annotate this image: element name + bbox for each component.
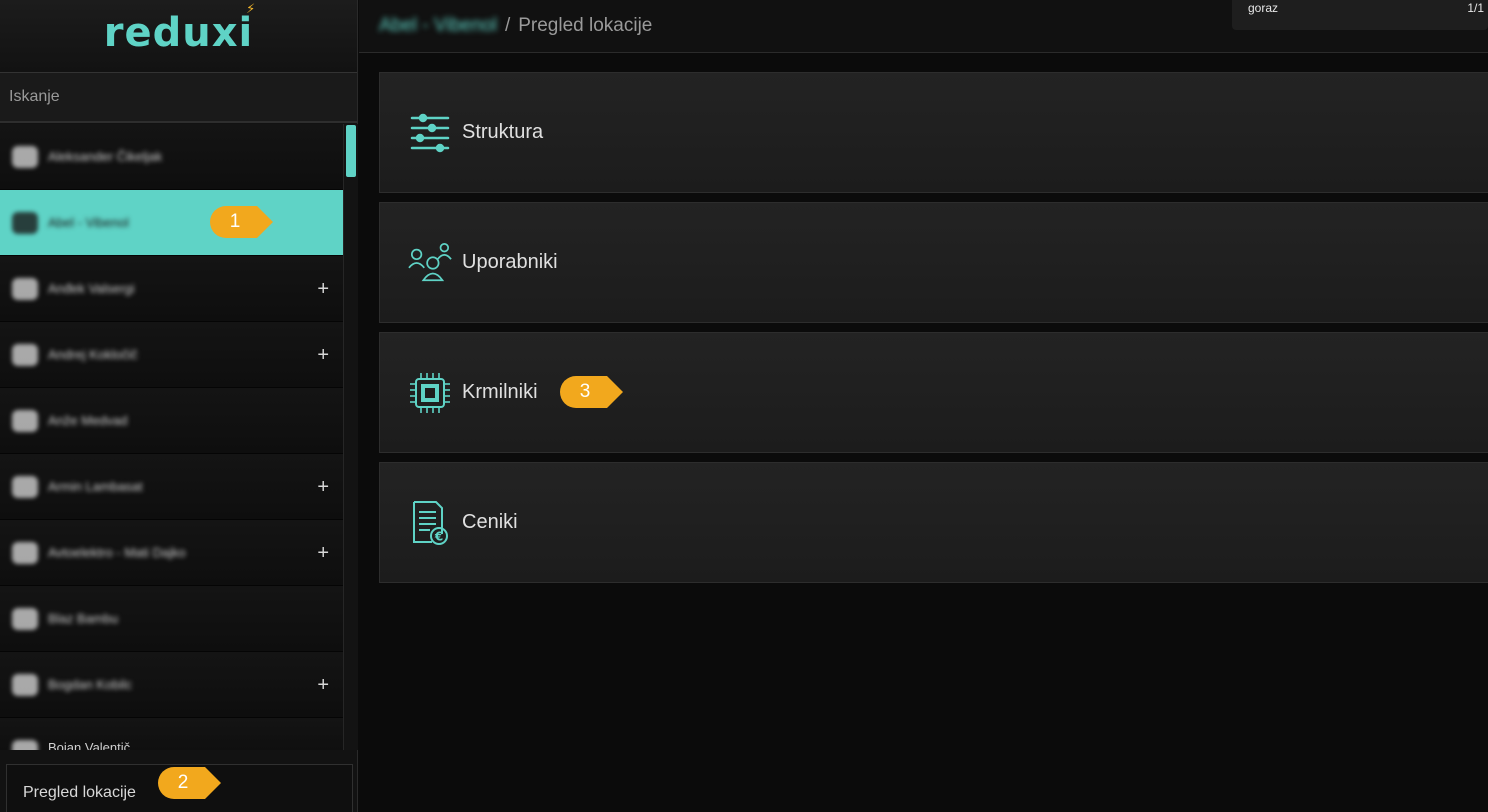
callout-number: 3 [579,381,591,402]
location-tree: Aleksander Čikeljak Abel - Vibenol Anđek… [0,124,343,750]
sidebar: reduxi⚡ Aleksander Čikeljak Abel - Viben… [0,0,358,812]
search-box [0,72,357,123]
find-bar: goraz 1/1 [1232,0,1488,30]
expand-icon[interactable]: + [317,543,329,563]
location-icon [12,409,38,432]
card-price-lists[interactable]: € Ceniki [379,462,1488,583]
expand-icon[interactable]: + [317,345,329,365]
callout-marker: 1 [209,205,281,239]
find-count: 1/1 [1467,1,1484,15]
tree-item[interactable]: Armin Lambasat + [0,454,343,520]
users-icon [408,240,452,286]
tree-item[interactable]: Bojan Valentič [0,718,343,750]
location-icon [12,740,38,750]
tree-item-label: Bogdan Kobilc [48,677,132,692]
logo[interactable]: reduxi ⚡ [103,2,255,56]
location-icon [12,211,38,234]
search-input[interactable] [9,88,339,106]
bolt-icon: ⚡ [246,2,257,17]
card-users[interactable]: Uporabniki [379,202,1488,323]
tree-item-label: Blaz Bambu [48,611,119,626]
callout-number: 1 [229,211,241,232]
card-structure-label: Struktura [462,121,544,143]
card-controllers-label: Krmilniki [462,381,538,403]
card-controllers[interactable]: Krmilniki [379,332,1488,453]
tree-item-selected[interactable]: Abel - Vibenol [0,190,343,256]
tree-scrollbar-thumb[interactable] [346,125,356,177]
tree-item[interactable]: Blaz Bambu [0,586,343,652]
breadcrumb-parent[interactable]: Abel - Vibenol [379,15,497,37]
callout-number: 2 [177,772,189,793]
breadcrumb-current: Pregled lokacije [518,15,653,36]
location-icon [12,277,38,300]
sliders-icon [408,110,452,156]
location-icon [12,673,38,696]
tree-item[interactable]: Aleksander Čikeljak [0,124,343,190]
chip-icon [408,370,452,416]
breadcrumb-separator: / [504,15,511,36]
svg-text:€: € [434,529,443,543]
tree-item[interactable]: Anže Medvad [0,388,343,454]
tree-item[interactable]: Andrej Kokločič + [0,322,343,388]
card-users-label: Uporabniki [462,251,558,273]
tree-item-label: Avtoelektro - Mati Dajko [48,545,186,560]
expand-icon[interactable]: + [317,477,329,497]
location-overview-label: Pregled lokacije [23,784,136,801]
logo-text: reduxi [103,10,254,56]
app-root: reduxi⚡ Aleksander Čikeljak Abel - Viben… [0,0,1488,812]
callout-marker: 3 [559,375,631,409]
tree-item-label: Andrej Kokločič [48,347,138,362]
tree-item-label: Anže Medvad [48,413,128,428]
location-icon [12,607,38,630]
tree-item[interactable]: Anđek Valsergi + [0,256,343,322]
tree-item[interactable]: Avtoelektro - Mati Dajko + [0,520,343,586]
callout-marker: 2 [157,766,229,800]
location-icon [12,145,38,168]
card-price-lists-label: Ceniki [462,511,518,533]
logo-area: reduxi ⚡ [0,0,357,72]
location-icon [12,343,38,366]
find-query[interactable]: goraz [1248,1,1278,15]
expand-icon[interactable]: + [317,675,329,695]
overview-cards: Struktura Uporabniki Krmilniki € Ceniki [379,72,1488,592]
tree-item-label: Anđek Valsergi [48,281,135,296]
location-icon [12,475,38,498]
tree-item-label: Bojan Valentič [48,740,131,750]
tree-item[interactable]: Bogdan Kobilc + [0,652,343,718]
location-icon [12,541,38,564]
tree-item-label: Armin Lambasat [48,479,143,494]
expand-icon[interactable]: + [317,279,329,299]
card-structure[interactable]: Struktura [379,72,1488,193]
tree-item-label: Aleksander Čikeljak [48,149,163,164]
pricelist-icon: € [408,500,452,546]
tree-item-label: Abel - Vibenol [48,215,129,230]
tree-scrollbar[interactable] [343,124,358,750]
